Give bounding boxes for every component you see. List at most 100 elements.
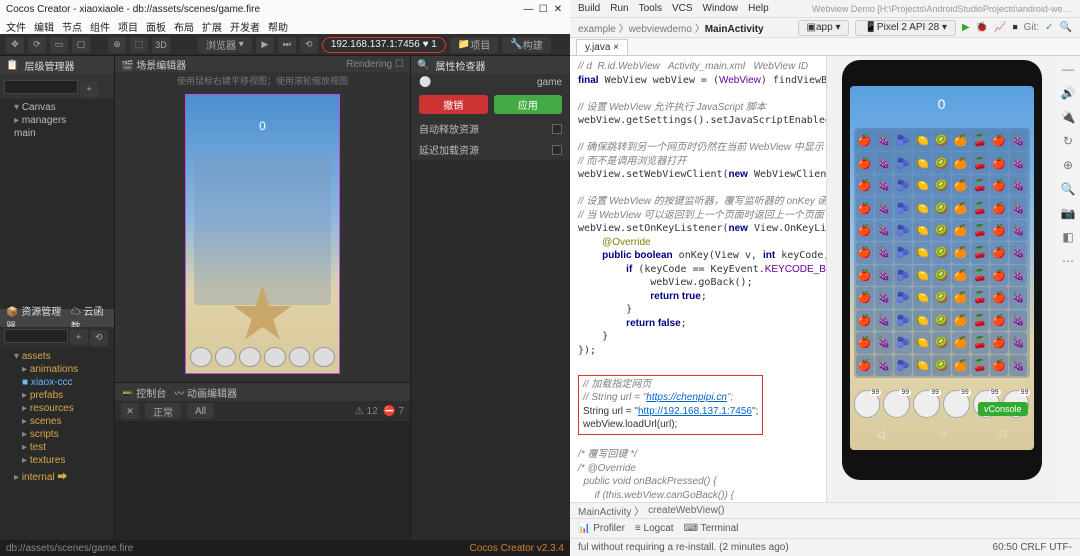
grid-cell[interactable]: 🍊 (952, 242, 970, 263)
menu-vcs[interactable]: VCS (672, 3, 693, 14)
hierarchy-panel-header[interactable]: 📋 层级管理器 (0, 56, 114, 74)
grid-cell[interactable]: 🍎 (856, 287, 874, 308)
grid-cell[interactable]: 🍒 (971, 332, 989, 353)
hierarchy-node-main[interactable]: main (0, 127, 114, 140)
code-editor[interactable]: // d R.id.WebView Activity_main.xml WebV… (570, 56, 826, 502)
menu-edit[interactable]: 编辑 (34, 19, 54, 34)
grid-cell[interactable]: 🫐 (894, 152, 912, 173)
menu-tools[interactable]: Tools (639, 3, 662, 14)
grid-cell[interactable]: 🍊 (952, 152, 970, 173)
run-button[interactable]: ▶ (962, 22, 970, 33)
grid-cell[interactable]: 🍇 (875, 332, 893, 353)
grid-cell[interactable]: 🍇 (875, 242, 893, 263)
grid-cell[interactable]: 🍎 (856, 197, 874, 218)
side-rotate-icon[interactable]: ↻ (1060, 134, 1076, 150)
assets-refresh-button[interactable]: ⟲ (90, 330, 108, 346)
close-button[interactable]: ✕ (552, 4, 564, 15)
insp-row-lazyload-checkbox[interactable] (552, 145, 562, 155)
crumb-method[interactable]: createWebView() (648, 505, 724, 516)
inspector-apply-button[interactable]: 应用 (494, 95, 563, 114)
grid-cell[interactable]: 🍇 (875, 220, 893, 241)
grid-cell[interactable]: 🍒 (971, 130, 989, 151)
grid-cell[interactable]: 🍇 (1009, 152, 1027, 173)
scale-tool-button[interactable]: ▭ (50, 37, 68, 53)
grid-cell[interactable]: 🫐 (894, 310, 912, 331)
profiler-tab[interactable]: 📊 Profiler (578, 523, 625, 534)
inspector-panel-header[interactable]: 🔍 属性检查器 (411, 56, 570, 74)
hierarchy-node-managers[interactable]: managers (0, 114, 114, 127)
run-config-dropdown[interactable]: ▣ app ▾ (798, 20, 850, 36)
grid-cell[interactable]: 🍇 (1009, 220, 1027, 241)
git-pull-icon[interactable]: ✓ (1045, 22, 1053, 33)
nav-recent-button[interactable]: □ (1000, 428, 1007, 444)
grid-cell[interactable]: 🍒 (971, 152, 989, 173)
assets-folder-resources[interactable]: resources (0, 402, 114, 415)
grid-cell[interactable]: 🍎 (990, 355, 1008, 376)
grid-cell[interactable]: 🍊 (952, 175, 970, 196)
menu-node[interactable]: 节点 (62, 19, 82, 34)
grid-cell[interactable]: 🍇 (875, 287, 893, 308)
grid-cell[interactable]: 🥝 (932, 242, 950, 263)
hierarchy-add-button[interactable]: + (80, 81, 98, 97)
grid-cell[interactable]: 🍎 (856, 152, 874, 173)
grid-cell[interactable]: 🍋 (913, 355, 931, 376)
nav-back-button[interactable]: ◁ (877, 428, 885, 444)
hierarchy-search-input[interactable] (4, 80, 78, 94)
rendering-toggle[interactable]: Rendering ☐ (346, 59, 404, 70)
grid-cell[interactable]: 🍊 (952, 220, 970, 241)
play-button[interactable]: ▶ (256, 37, 274, 53)
grid-cell[interactable]: 🍋 (913, 242, 931, 263)
assets-folder-test[interactable]: test (0, 441, 114, 454)
grid-cell[interactable]: 🫐 (894, 197, 912, 218)
grid-cell[interactable]: 🥝 (932, 152, 950, 173)
rect-tool-button[interactable]: ▢ (72, 37, 90, 53)
grid-cell[interactable]: 🥝 (932, 265, 950, 286)
grid-cell[interactable]: 🍋 (913, 175, 931, 196)
grid-cell[interactable]: 🍇 (875, 130, 893, 151)
menu-run[interactable]: Run (610, 3, 628, 14)
grid-cell[interactable]: 🍎 (856, 130, 874, 151)
menu-help[interactable]: Help (748, 3, 769, 14)
grid-cell[interactable]: 🍇 (1009, 197, 1027, 218)
project-button[interactable]: 📁 项目 (450, 37, 498, 53)
refresh-button[interactable]: ⟲ (300, 37, 318, 53)
grid-cell[interactable]: 🍎 (856, 355, 874, 376)
grid-cell[interactable]: 🍇 (1009, 332, 1027, 353)
grid-cell[interactable]: 🍒 (971, 220, 989, 241)
grid-cell[interactable]: 🍇 (1009, 130, 1027, 151)
menu-help[interactable]: 帮助 (268, 19, 288, 34)
grid-cell[interactable]: 🍒 (971, 265, 989, 286)
grid-cell[interactable]: 🥝 (932, 310, 950, 331)
grid-cell[interactable]: 🍋 (913, 265, 931, 286)
menu-component[interactable]: 组件 (90, 19, 110, 34)
grid-cell[interactable]: 🍇 (1009, 242, 1027, 263)
hierarchy-node-canvas[interactable]: Canvas (0, 101, 114, 114)
grid-cell[interactable]: 🍎 (990, 242, 1008, 263)
nav-home-button[interactable]: ○ (939, 428, 946, 444)
grid-cell[interactable]: 🥝 (932, 287, 950, 308)
grid-cell[interactable]: 🍇 (875, 197, 893, 218)
grid-cell[interactable]: 🥝 (932, 332, 950, 353)
assets-add-button[interactable]: + (70, 329, 88, 345)
menu-panel[interactable]: 面板 (146, 19, 166, 34)
side-minimize-icon[interactable]: — (1060, 62, 1076, 78)
grid-cell[interactable]: 🍇 (875, 265, 893, 286)
side-zoom-icon[interactable]: 🔍 (1060, 182, 1076, 198)
menu-file[interactable]: 文件 (6, 19, 26, 34)
grid-cell[interactable]: 🫐 (894, 265, 912, 286)
grid-cell[interactable]: 🍇 (1009, 310, 1027, 331)
grid-cell[interactable]: 🍊 (952, 197, 970, 218)
assets-folder-scripts[interactable]: scripts (0, 428, 114, 441)
assets-folder-scenes[interactable]: scenes (0, 415, 114, 428)
grid-cell[interactable]: 🍊 (952, 130, 970, 151)
menu-window[interactable]: Window (703, 3, 739, 14)
scene-panel-header[interactable]: 🎬 场景编辑器 (121, 57, 186, 72)
grid-cell[interactable]: 🍇 (1009, 265, 1027, 286)
menu-project[interactable]: 项目 (118, 19, 138, 34)
breadcrumb[interactable]: example 〉webviewdemo 〉MainActivity (578, 20, 764, 35)
grid-cell[interactable]: 🍎 (990, 310, 1008, 331)
d3-toggle[interactable]: 3D (152, 37, 170, 53)
stop-button[interactable]: ⏹ (1013, 22, 1018, 33)
assets-folder-animations[interactable]: animations (0, 363, 114, 376)
grid-cell[interactable]: 🍊 (952, 310, 970, 331)
